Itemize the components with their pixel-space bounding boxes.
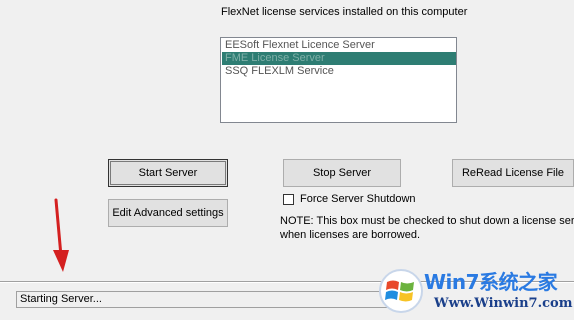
force-shutdown-row[interactable]: Force Server Shutdown	[283, 193, 416, 205]
status-bar: Starting Server...	[16, 291, 396, 308]
list-item[interactable]: EESoft Flexnet Licence Server	[222, 39, 456, 52]
force-shutdown-checkbox[interactable]	[283, 193, 294, 205]
services-heading: FlexNet license services installed on th…	[221, 6, 468, 18]
list-item[interactable]: SSQ FLEXLM Service	[222, 65, 456, 78]
note-line-1: NOTE: This box must be checked to shut d…	[280, 215, 574, 227]
services-listbox[interactable]: EESoft Flexnet Licence Server FME Licens…	[220, 37, 457, 123]
shutdown-note: NOTE: This box must be checked to shut d…	[280, 214, 574, 242]
reread-license-button[interactable]: ReRead License File	[452, 159, 574, 187]
license-server-panel: FlexNet license services installed on th…	[0, 0, 574, 320]
stop-server-button[interactable]: Stop Server	[283, 159, 401, 187]
watermark-title: Win7系统之家	[424, 270, 558, 294]
list-item-selected[interactable]: FME License Server	[222, 52, 456, 65]
watermark: Win7系统之家 Www.Winwin7.com	[376, 262, 574, 320]
force-shutdown-label[interactable]: Force Server Shutdown	[300, 193, 416, 205]
note-line-2: when licenses are borrowed.	[280, 229, 421, 241]
watermark-url: Www.Winwin7.com	[434, 296, 573, 311]
red-arrow-icon	[53, 198, 69, 272]
start-server-button[interactable]: Start Server	[108, 159, 228, 187]
edit-advanced-settings-button[interactable]: Edit Advanced settings	[108, 199, 228, 227]
windows-logo-icon	[379, 269, 423, 313]
